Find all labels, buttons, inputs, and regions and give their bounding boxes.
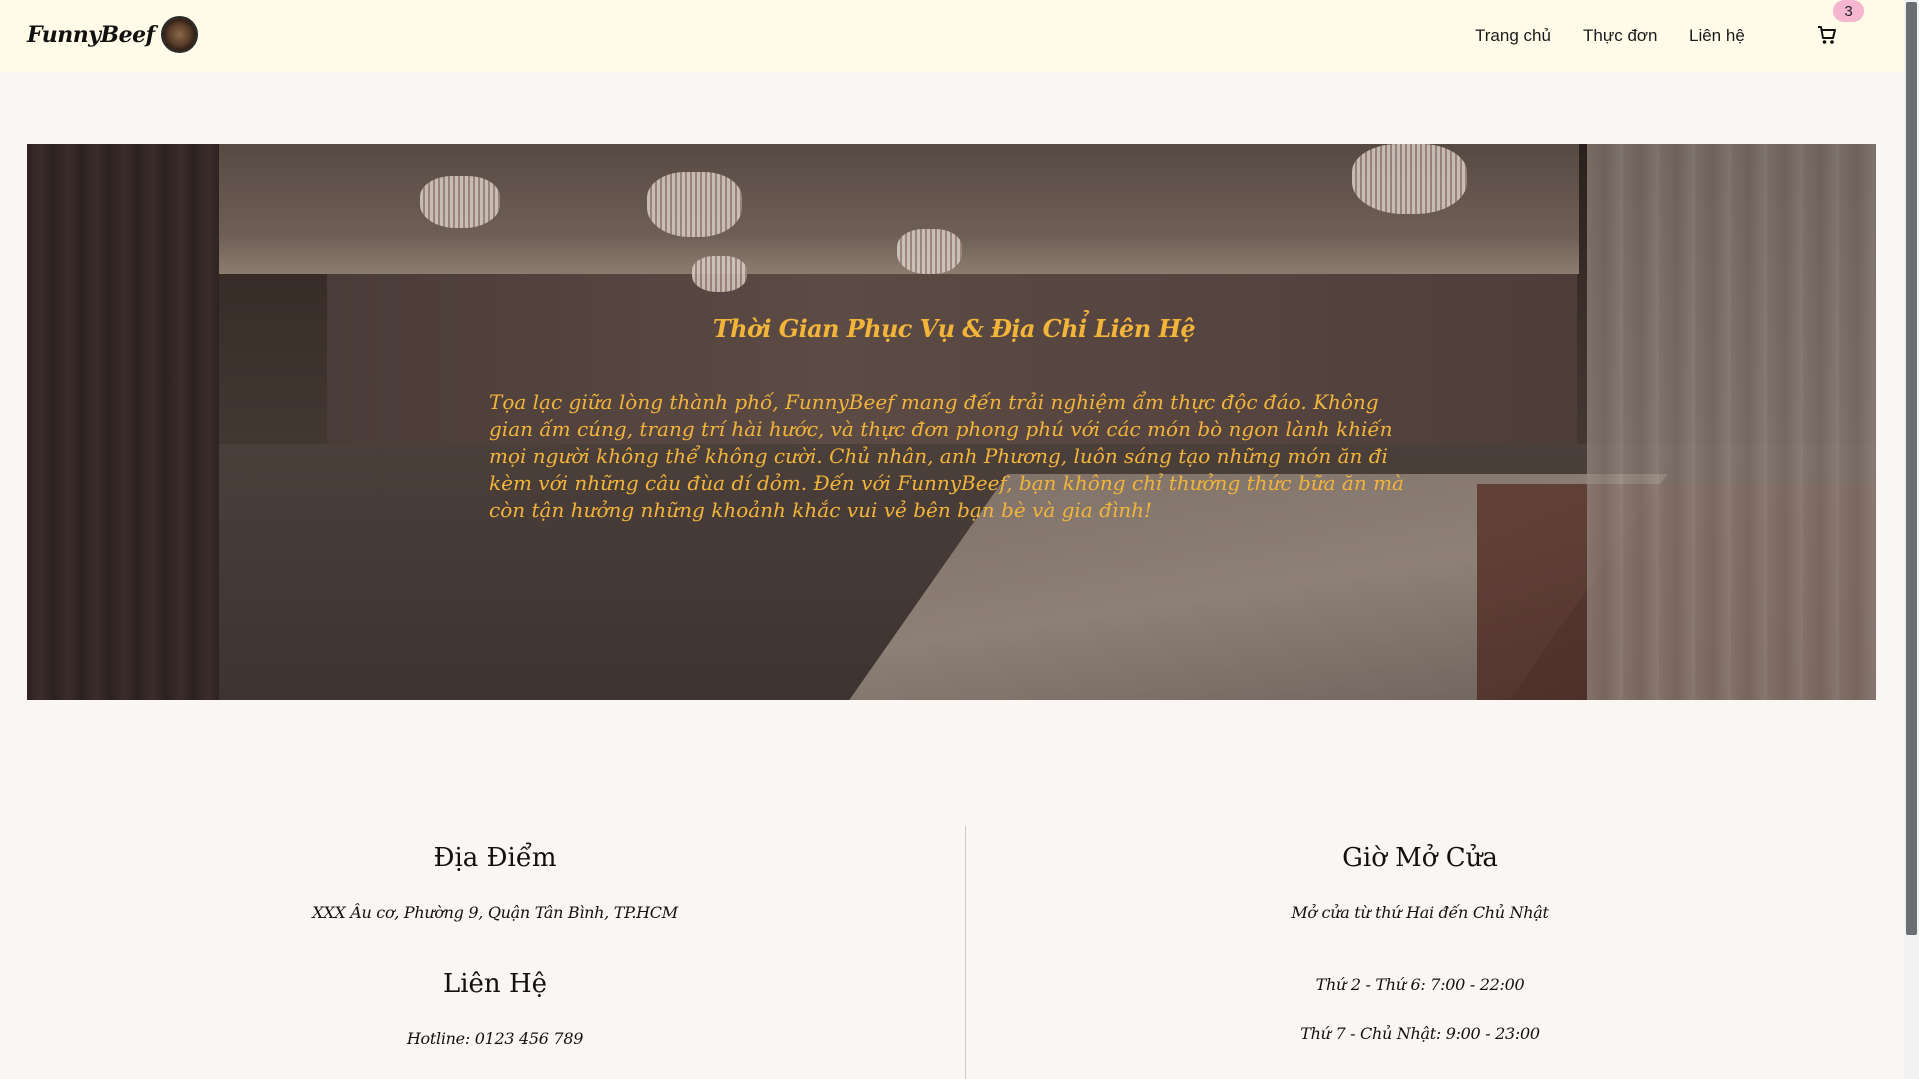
location-address: XXX Âu cơ, Phường 9, Quận Tân Bình, TP.H… <box>312 903 678 922</box>
lantern-lamp <box>897 229 962 274</box>
beef-logo-icon[interactable] <box>160 16 198 53</box>
hero-description: Tọa lạc giữa lòng thành phố, FunnyBeef m… <box>489 390 1404 522</box>
hero-title: Thời Gian Phục Vụ & Địa Chỉ Liên Hệ <box>712 314 1196 343</box>
column-divider <box>965 826 966 1079</box>
brand-name[interactable]: FunnyBeef <box>27 22 155 48</box>
curtain <box>1587 144 1876 700</box>
contact-title: Liên Hệ <box>442 969 548 999</box>
hero-content: Thời Gian Phục Vụ & Địa Chỉ Liên Hệ Tọa … <box>489 314 1419 524</box>
page-scrollbar[interactable] <box>1904 0 1919 1079</box>
cart-count-badge: 3 <box>1833 0 1864 22</box>
hours-summary: Mở cửa từ thứ Hai đến Chủ Nhật <box>1291 903 1549 922</box>
hero-banner: Thời Gian Phục Vụ & Địa Chỉ Liên Hệ Tọa … <box>27 144 1876 700</box>
lantern-lamp <box>647 172 742 237</box>
hours-title: Giờ Mở Cửa <box>1342 843 1498 873</box>
hours-weekday: Thứ 2 - Thứ 6: 7:00 - 22:00 <box>1315 975 1525 994</box>
nav-home-link[interactable]: Trang chủ <box>1475 26 1551 46</box>
lantern-lamp <box>420 176 500 228</box>
scrollbar-thumb[interactable] <box>1906 2 1917 935</box>
nav-contact-link[interactable]: Liên hệ <box>1689 26 1745 46</box>
location-title: Địa Điểm <box>433 843 557 873</box>
brand[interactable]: FunnyBeef <box>27 16 198 53</box>
lantern-lamp <box>692 256 747 292</box>
hours-weekend: Thứ 7 - Chủ Nhật: 9:00 - 23:00 <box>1300 1024 1540 1043</box>
nav-menu-link[interactable]: Thực đơn <box>1583 26 1658 46</box>
contact-hotline: Hotline: 0123 456 789 <box>406 1029 584 1048</box>
lantern-lamp <box>1352 144 1467 214</box>
cart-icon[interactable] <box>1817 24 1837 46</box>
